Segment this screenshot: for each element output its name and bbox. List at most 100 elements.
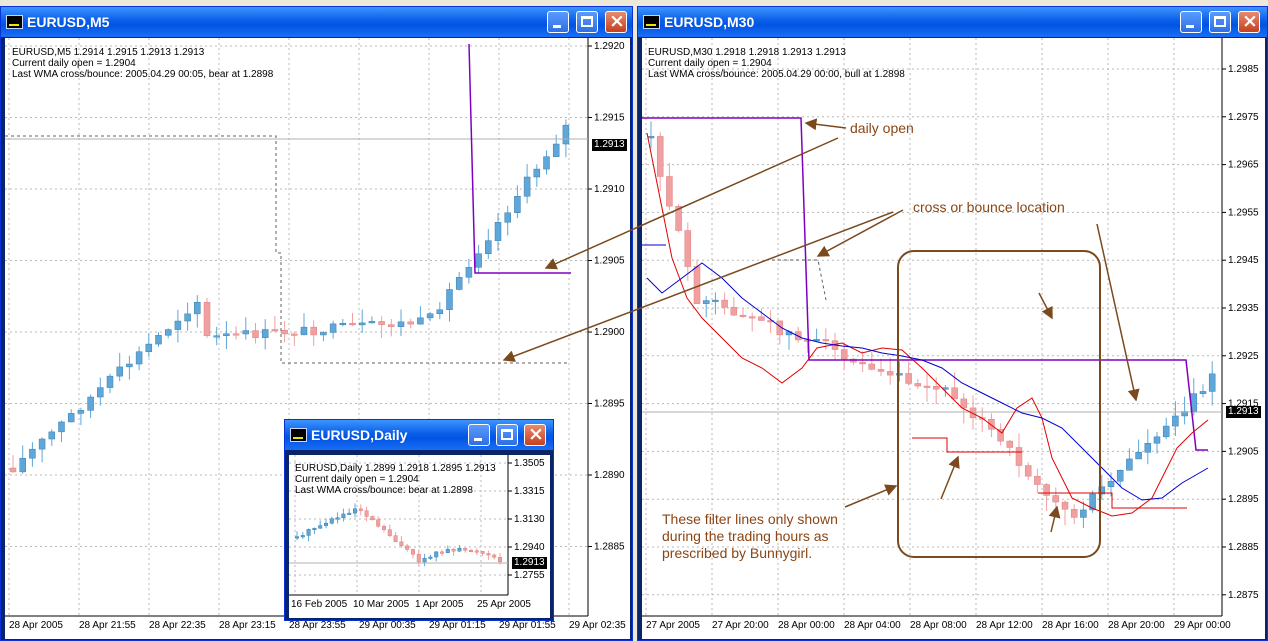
daily-candle-body bbox=[341, 513, 346, 518]
m30-daily-open-line bbox=[642, 117, 1208, 451]
daily-open-annotation: daily open bbox=[850, 120, 914, 136]
maximize-button[interactable] bbox=[576, 11, 598, 33]
m30-candle-body bbox=[1144, 442, 1152, 453]
m30-price-label: 1.2925 bbox=[1228, 351, 1259, 362]
daily-chart-window[interactable]: EURUSD,Daily × 1.3505 1.3315 1.3130 1.2940 1… bbox=[284, 419, 554, 621]
m5-candle-body bbox=[368, 321, 376, 324]
m5-daily-open-line bbox=[468, 43, 571, 274]
daily-candle-body bbox=[405, 545, 410, 550]
m5-price-label: 1.2915 bbox=[594, 113, 625, 124]
m5-candle-body bbox=[164, 329, 172, 336]
minimize-button[interactable] bbox=[1180, 11, 1202, 33]
daily-title-bar[interactable]: EURUSD,Daily × bbox=[285, 420, 553, 450]
m30-candle-body bbox=[1116, 470, 1124, 482]
m30-price-label: 1.2905 bbox=[1228, 446, 1259, 457]
m5-candle-body bbox=[320, 332, 327, 336]
m5-price-label: 1.2890 bbox=[594, 470, 625, 481]
m30-candle-body bbox=[1006, 440, 1014, 448]
m30-candle-body bbox=[951, 387, 958, 400]
daily-candle-body bbox=[463, 548, 468, 551]
m5-price-label: 1.2905 bbox=[594, 256, 625, 267]
m30-info-daily-open: Current daily open = 1.2904 bbox=[648, 58, 772, 69]
daily-candle-body bbox=[312, 527, 317, 530]
m30-time-label: 27 Apr 2005 bbox=[646, 620, 700, 631]
m30-wma-filter-line bbox=[772, 259, 827, 301]
m5-candle-body bbox=[552, 143, 560, 157]
minimize-button[interactable] bbox=[547, 11, 569, 33]
m5-info-last-cross: Last WMA cross/bounce: 2005.04.29 00:05,… bbox=[12, 69, 274, 80]
m5-candle-body bbox=[397, 321, 405, 327]
m30-candle-body bbox=[960, 398, 968, 409]
m5-time-label: 28 Apr 2005 bbox=[9, 620, 63, 631]
m30-title-bar[interactable]: EURUSD,M30 × bbox=[638, 7, 1267, 37]
daily-time-label: 10 Mar 2005 bbox=[353, 599, 410, 610]
daily-info-ohlc: EURUSD,Daily 1.2899 1.2918 1.2895 1.2913 bbox=[295, 463, 496, 474]
daily-last-price-marker: 1.2913 bbox=[512, 557, 547, 569]
m30-candle-body bbox=[675, 205, 682, 231]
m5-candle-body bbox=[494, 222, 502, 241]
daily-info-daily-open: Current daily open = 1.2904 bbox=[295, 474, 419, 485]
daily-chart-area[interactable]: 1.3505 1.3315 1.3130 1.2940 1.2755 16 Feb 200… bbox=[289, 455, 550, 618]
close-button[interactable]: × bbox=[605, 10, 627, 33]
m30-candle-body bbox=[1199, 391, 1207, 394]
m30-time-label: 27 Apr 20:00 bbox=[712, 620, 769, 631]
m30-candle-body bbox=[877, 369, 885, 372]
m30-candle-body bbox=[758, 316, 765, 321]
filter-note-line-3: prescribed by Bunnygirl. bbox=[662, 545, 813, 561]
m30-candle-body bbox=[1034, 475, 1041, 485]
m5-candle-body bbox=[504, 212, 511, 223]
m30-candle-body bbox=[712, 299, 719, 302]
m30-candle-body bbox=[1052, 495, 1060, 503]
daily-candle-body bbox=[416, 553, 421, 563]
maximize-button[interactable] bbox=[496, 424, 518, 446]
daily-time-label: 1 Apr 2005 bbox=[415, 599, 464, 610]
m5-candle-body bbox=[310, 326, 317, 336]
m5-time-label: 28 Apr 23:15 bbox=[219, 620, 276, 631]
daily-candle-body bbox=[434, 551, 439, 558]
m30-price-label: 1.2895 bbox=[1228, 494, 1259, 505]
m5-candle-body bbox=[465, 267, 473, 278]
close-button[interactable]: × bbox=[1238, 10, 1260, 33]
m30-time-label: 28 Apr 04:00 bbox=[844, 620, 901, 631]
daily-candle-body bbox=[480, 551, 485, 554]
m5-candle-body bbox=[446, 289, 453, 310]
m30-candle-body bbox=[739, 314, 747, 317]
m30-last-price-marker: 1.2913 bbox=[1226, 406, 1261, 418]
daily-candle-body bbox=[422, 558, 427, 563]
m5-candle-body bbox=[9, 467, 17, 473]
m30-candle-body bbox=[684, 230, 692, 267]
m30-time-label: 28 Apr 12:00 bbox=[976, 620, 1033, 631]
daily-candle-body bbox=[370, 516, 375, 520]
daily-info-last-cross: Last WMA cross/bounce: bear at 1.2898 bbox=[295, 485, 473, 496]
minimize-icon bbox=[1186, 25, 1194, 28]
m5-candle-body bbox=[271, 329, 279, 332]
m30-candle-body bbox=[868, 363, 876, 370]
m30-candle-body bbox=[1107, 480, 1115, 488]
minimize-button[interactable] bbox=[468, 424, 490, 446]
m30-price-label: 1.2985 bbox=[1228, 64, 1259, 75]
filter-note-line-1: These filter lines only shown bbox=[662, 511, 838, 527]
m5-time-label: 28 Apr 22:35 bbox=[149, 620, 206, 631]
m5-candle-body bbox=[106, 375, 114, 388]
m30-candle-body bbox=[1061, 501, 1069, 510]
m5-candle-body bbox=[378, 321, 385, 325]
daily-price-label: 1.3130 bbox=[514, 514, 545, 525]
m5-candle-body bbox=[475, 253, 482, 268]
m30-info-last-cross: Last WMA cross/bounce: 2005.04.29 00:00,… bbox=[648, 69, 905, 80]
m5-wma-filter-line bbox=[5, 135, 567, 364]
daily-candle-body bbox=[428, 556, 433, 559]
m5-window-title: EURUSD,M5 bbox=[27, 14, 110, 30]
m30-candle-body bbox=[859, 361, 866, 365]
close-button[interactable]: × bbox=[524, 423, 546, 446]
m5-candle-body bbox=[242, 330, 250, 335]
m30-candle-body bbox=[1080, 509, 1087, 518]
m30-candle-body bbox=[822, 339, 830, 342]
m5-info-daily-open: Current daily open = 1.2904 bbox=[12, 58, 136, 69]
m5-candle-body bbox=[514, 196, 521, 214]
m30-candle-body bbox=[693, 266, 701, 304]
m5-candle-body bbox=[261, 329, 269, 338]
m5-title-bar[interactable]: EURUSD,M5 × bbox=[1, 7, 632, 37]
maximize-button[interactable] bbox=[1209, 11, 1231, 33]
m30-wma-fast-line bbox=[646, 132, 1209, 517]
m5-candle-body bbox=[135, 351, 143, 365]
